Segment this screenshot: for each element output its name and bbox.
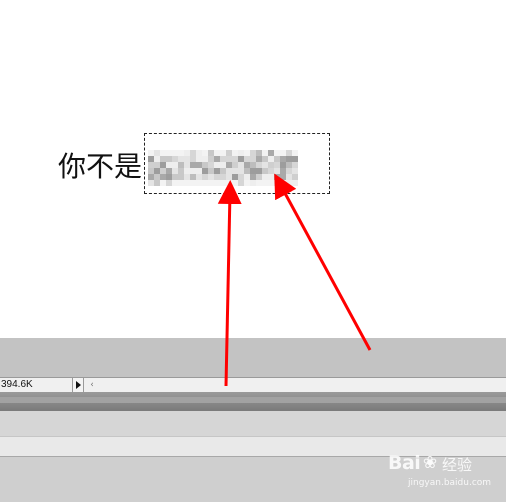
watermark-brand: Bai <box>388 452 421 474</box>
chevron-left-icon: ‹ <box>90 380 94 390</box>
status-bar: 394.6K ‹ <box>0 377 506 392</box>
panel-row <box>0 411 506 437</box>
scroll-left-button[interactable]: ‹ <box>87 378 97 392</box>
marquee-selection[interactable] <box>144 133 330 194</box>
baidu-jingyan-watermark: Bai ❀ 经验 jingyan.baidu.com <box>388 448 500 494</box>
paw-icon: ❀ <box>422 453 438 473</box>
doc-size-value: 394.6K <box>1 379 33 390</box>
panel-divider <box>0 392 506 411</box>
watermark-url: jingyan.baidu.com <box>408 478 492 488</box>
status-menu-button[interactable] <box>72 378 84 392</box>
workspace-background <box>0 338 506 377</box>
document-size-readout: 394.6K <box>0 378 73 392</box>
watermark-suffix: 经验 <box>442 456 473 474</box>
canvas-text-layer: 你不是 <box>58 150 143 183</box>
document-canvas[interactable]: 你不是 <box>0 0 506 338</box>
